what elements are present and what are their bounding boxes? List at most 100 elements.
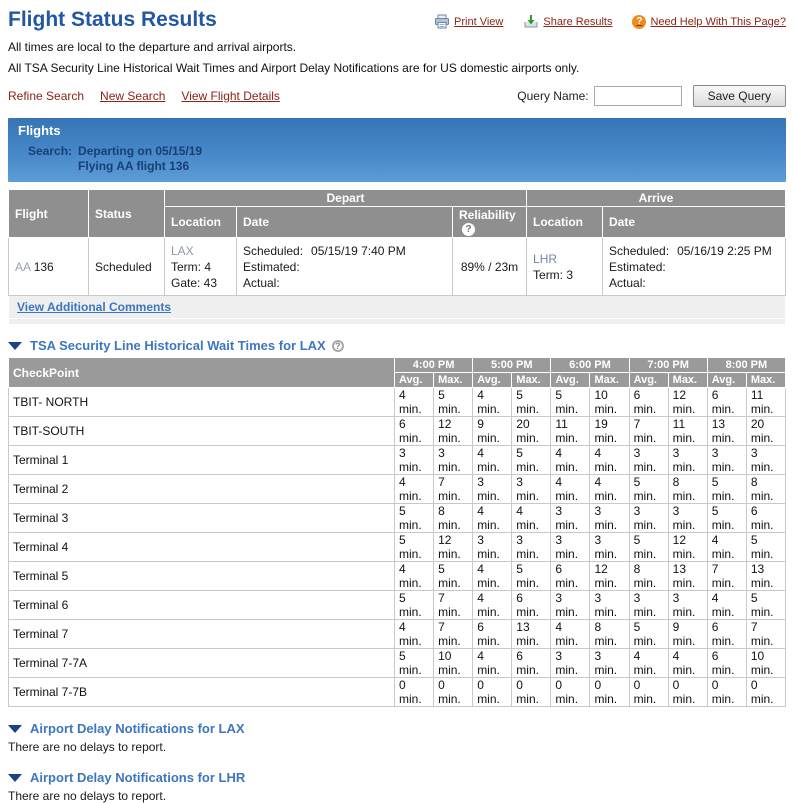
query-area: Query Name: Save Query: [517, 85, 786, 107]
reliability-header: Reliability?: [451, 205, 528, 239]
wait-time-cell: 5 min.: [706, 503, 747, 534]
flight-number-cell: AA 136: [8, 237, 89, 297]
depart-scheduled-label: Scheduled:: [243, 243, 304, 258]
wait-time-cell: 4 min.: [511, 503, 552, 534]
page-title: Flight Status Results: [8, 8, 217, 31]
checkpoint-name: Terminal 2: [8, 474, 395, 505]
wait-time-cell: 4 min.: [393, 619, 435, 650]
arrive-location-cell: LHR Term: 3: [526, 237, 604, 297]
wait-time-cell: 7 min.: [433, 619, 474, 650]
tsa-section-header[interactable]: TSA Security Line Historical Wait Times …: [8, 338, 786, 353]
tsa-time-header: 6:00 PM: [550, 357, 630, 374]
tsa-checkpoint-row: Terminal 13 min. 3 min. 4 min. 5 min. 4 min.…: [8, 445, 787, 476]
share-results-link[interactable]: Share Results: [523, 14, 612, 29]
tsa-avg-header: Avg.: [472, 372, 513, 389]
toolbar-links: Refine Search New Search View Flight Det…: [8, 89, 517, 103]
arrive-airport-link[interactable]: LHR: [533, 251, 596, 267]
tsa-checkpoint-row: TBIT-SOUTH 6 min. 12 min. 9 min. 20 min. 11 m…: [8, 416, 787, 447]
table-bottom-strip: [8, 318, 786, 326]
delay-lhr-header[interactable]: Airport Delay Notifications for LHR: [8, 770, 786, 785]
wait-time-cell: 3 min.: [667, 590, 708, 621]
wait-time-cell: 4 min.: [706, 590, 747, 621]
delay-section-lax: Airport Delay Notifications for LAX Ther…: [8, 721, 786, 754]
tsa-max-header: Max.: [589, 372, 630, 389]
wait-time-cell: 3 min.: [667, 503, 708, 534]
wait-time-cell: 7 min.: [433, 474, 474, 505]
share-icon: [523, 14, 539, 29]
delay-lax-header[interactable]: Airport Delay Notifications for LAX: [8, 721, 786, 736]
wait-time-cell: 3 min.: [511, 532, 552, 563]
search-label: Search:: [28, 144, 73, 158]
wait-time-cell: 4 min.: [472, 445, 513, 476]
wait-time-cell: 8 min.: [628, 561, 669, 592]
share-results-label: Share Results: [543, 15, 613, 28]
wait-time-cell: 3 min.: [393, 445, 435, 476]
wait-time-cell: 12 min.: [589, 561, 630, 592]
wait-time-cell: 13 min.: [706, 416, 747, 447]
wait-time-cell: 6 min.: [706, 648, 747, 679]
tsa-max-header: Max.: [745, 372, 787, 389]
wait-time-cell: 13 min.: [745, 561, 787, 592]
flight-column-header: Flight: [8, 188, 89, 239]
wait-time-cell: 4 min.: [589, 474, 630, 505]
wait-time-cell: 0 min.: [745, 677, 787, 708]
tsa-checkpoint-row: Terminal 65 min. 7 min. 4 min. 6 min. 3 min.…: [8, 590, 787, 621]
wait-time-cell: 4 min.: [472, 503, 513, 534]
tsa-time-header: 7:00 PM: [628, 357, 708, 374]
save-query-button[interactable]: Save Query: [692, 85, 786, 107]
tsa-checkpoint-row: Terminal 35 min. 8 min. 4 min. 4 min. 3 min.…: [8, 503, 787, 534]
wait-time-cell: 5 min.: [511, 561, 552, 592]
reliability-header-label: Reliability: [459, 208, 516, 222]
top-header: Flight Status Results Print View Share R…: [8, 6, 786, 36]
wait-time-cell: 3 min.: [667, 445, 708, 476]
wait-time-cell: 13 min.: [667, 561, 708, 592]
tsa-checkpoint-row: Terminal 7-7B 0 min. 0 min. 0 min. 0 min. 0 m…: [8, 677, 787, 708]
search-criteria-departing: Departing on 05/15/19: [78, 144, 203, 158]
view-flight-details-link[interactable]: View Flight Details: [181, 89, 279, 103]
wait-time-cell: 3 min.: [550, 532, 591, 563]
tsa-checkpoint-row: Terminal 45 min. 12 min. 3 min. 3 min. 3 min…: [8, 532, 787, 563]
query-name-input[interactable]: [593, 86, 682, 106]
wait-time-cell: 5 min.: [628, 619, 669, 650]
tsa-checkpoint-row: Terminal 54 min. 5 min. 4 min. 5 min. 6 min.…: [8, 561, 787, 592]
wait-time-cell: 10 min.: [433, 648, 474, 679]
depart-airport-link[interactable]: LAX: [171, 243, 230, 259]
wait-time-cell: 7 min.: [745, 619, 787, 650]
wait-time-cell: 5 min.: [628, 532, 669, 563]
flight-number: 136: [33, 259, 54, 274]
tsa-checkpoint-row: TBIT- NORTH 4 min. 5 min. 4 min. 5 min. 5 min…: [8, 387, 787, 418]
wait-time-cell: 11 min.: [667, 416, 708, 447]
reliability-help-icon[interactable]: ?: [462, 223, 475, 237]
wait-time-cell: 3 min.: [511, 474, 552, 505]
wait-time-cell: 5 min.: [745, 532, 787, 563]
wait-time-cell: 4 min.: [550, 619, 591, 650]
wait-time-cell: 9 min.: [667, 619, 708, 650]
wait-time-cell: 19 min.: [589, 416, 630, 447]
checkpoint-name: TBIT- NORTH: [8, 387, 395, 418]
arrive-scheduled-line: Scheduled: 05/16/19 2:25 PM: [609, 243, 779, 259]
depart-scheduled-value: 05/15/19 7:40 PM: [311, 243, 406, 258]
view-additional-comments-link[interactable]: View Additional Comments: [17, 300, 171, 314]
print-view-link[interactable]: Print View: [434, 14, 503, 29]
wait-time-cell: 3 min.: [628, 590, 669, 621]
wait-time-cell: 0 min.: [472, 677, 513, 708]
need-help-link[interactable]: ? Need Help With This Page?: [632, 14, 786, 29]
wait-time-cell: 6 min.: [511, 590, 552, 621]
tsa-help-icon[interactable]: ?: [331, 339, 344, 352]
new-search-link[interactable]: New Search: [100, 89, 165, 103]
tsa-avg-header: Avg.: [393, 372, 435, 389]
wait-time-cell: 3 min.: [550, 503, 591, 534]
refine-search-link[interactable]: Refine Search: [8, 89, 84, 103]
wait-time-cell: 3 min.: [433, 445, 474, 476]
wait-time-cell: 12 min.: [433, 416, 474, 447]
wait-time-cell: 10 min.: [589, 387, 630, 418]
airline-code: AA: [15, 259, 31, 274]
arrive-estimated-label: Estimated:: [609, 259, 666, 274]
wait-time-cell: 8 min.: [589, 619, 630, 650]
arrive-group-header: Arrive: [526, 189, 786, 207]
wait-time-cell: 5 min.: [511, 445, 552, 476]
wait-time-cell: 13 min.: [511, 619, 552, 650]
toolbar: Refine Search New Search View Flight Det…: [8, 85, 786, 107]
wait-time-cell: 3 min.: [589, 648, 630, 679]
arrive-actual-label: Actual:: [609, 275, 646, 290]
